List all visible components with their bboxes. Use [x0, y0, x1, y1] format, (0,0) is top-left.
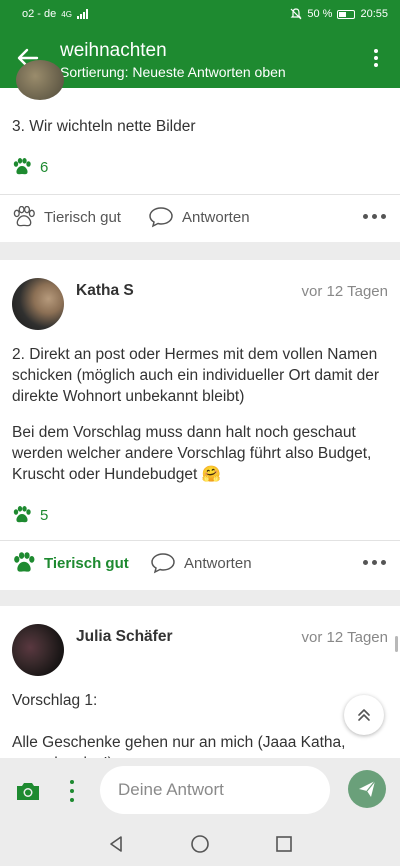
scroll-to-top-button[interactable] [344, 695, 384, 735]
camera-button[interactable] [14, 778, 42, 804]
nav-back-icon [110, 836, 122, 852]
nav-home-icon [191, 835, 209, 853]
post-paragraph: Bei dem Vorschlag muss dann halt noch ge… [12, 424, 372, 483]
mute-icon [290, 8, 302, 20]
scroll-top-icon [358, 709, 370, 721]
avatar[interactable] [16, 60, 64, 100]
status-left: o2 - de 4G [22, 8, 88, 20]
more-button[interactable] [363, 560, 386, 565]
author-name[interactable]: Katha S [76, 282, 134, 300]
sort-label[interactable]: Sortierung: Neueste Antworten oben [60, 64, 286, 80]
reply-bubble-icon [151, 553, 175, 574]
post-card: Julia Schäfer vor 12 Tagen Vorschlag 1: … [0, 606, 400, 772]
post-text: 3. Wir wichteln nette Bilder [12, 118, 196, 135]
network-label: 4G [61, 9, 72, 19]
like-label: Tierisch gut [44, 208, 121, 226]
status-bar: o2 - de 4G 50 % 20:55 [0, 0, 400, 28]
reply-label: Antworten [184, 554, 252, 572]
scrollbar[interactable] [395, 636, 398, 652]
like-count-value: 6 [40, 158, 49, 176]
system-nav-bar [0, 822, 400, 866]
camera-icon [17, 783, 39, 800]
avatar[interactable] [12, 278, 64, 330]
like-count: 6 [12, 158, 48, 176]
divider [0, 194, 400, 195]
reply-bubble-icon [149, 207, 173, 228]
post-time: vor 12 Tagen [301, 629, 388, 646]
post-paragraph: Vorschlag 1: [12, 692, 98, 709]
battery-percent: 50 % [307, 8, 333, 20]
page-title: weihnachten [60, 40, 167, 61]
status-right: 50 % 20:55 [290, 8, 388, 20]
like-button[interactable]: Tierisch gut [12, 206, 121, 228]
nav-recents-button[interactable] [272, 832, 296, 856]
send-button[interactable] [348, 770, 386, 808]
author-name[interactable]: Julia Schäfer [76, 628, 173, 646]
post-time: vor 12 Tagen [301, 283, 388, 300]
like-label: Tierisch gut [44, 554, 129, 572]
reply-input[interactable] [100, 766, 330, 814]
overflow-menu-button[interactable] [366, 44, 386, 72]
more-button[interactable] [363, 214, 386, 219]
reply-button[interactable]: Antworten [150, 552, 252, 574]
nav-home-button[interactable] [188, 832, 212, 856]
paw-icon [13, 206, 35, 227]
post-paragraph: 2. Direkt an post oder Hermes mit dem vo… [12, 346, 379, 405]
nav-back-button[interactable] [104, 832, 128, 856]
overflow-menu-icon [374, 49, 378, 53]
like-count-value: 5 [40, 506, 49, 524]
more-icon [363, 560, 368, 565]
more-icon [363, 214, 368, 219]
paw-icon [13, 158, 31, 175]
clock: 20:55 [360, 8, 388, 20]
post-card: Katha S vor 12 Tagen 2. Direkt an post o… [0, 260, 400, 590]
post-card: 3. Wir wichteln nette Bilder 6 Tierisch … [0, 60, 400, 242]
more-vertical-icon [70, 780, 74, 784]
reply-button[interactable]: Antworten [148, 206, 250, 228]
paw-icon [13, 506, 31, 523]
reply-label: Antworten [182, 208, 250, 226]
battery-icon [337, 9, 356, 19]
avatar[interactable] [12, 624, 64, 676]
like-button[interactable]: Tierisch gut [12, 552, 129, 574]
like-count: 5 [12, 506, 48, 524]
send-icon [359, 780, 376, 797]
paw-icon [14, 552, 35, 572]
nav-recents-icon [276, 836, 292, 852]
reply-composer [0, 758, 400, 822]
divider [0, 540, 400, 541]
attach-menu-button[interactable] [70, 780, 74, 802]
carrier-label: o2 - de [22, 8, 57, 20]
signal-icon [76, 9, 88, 19]
